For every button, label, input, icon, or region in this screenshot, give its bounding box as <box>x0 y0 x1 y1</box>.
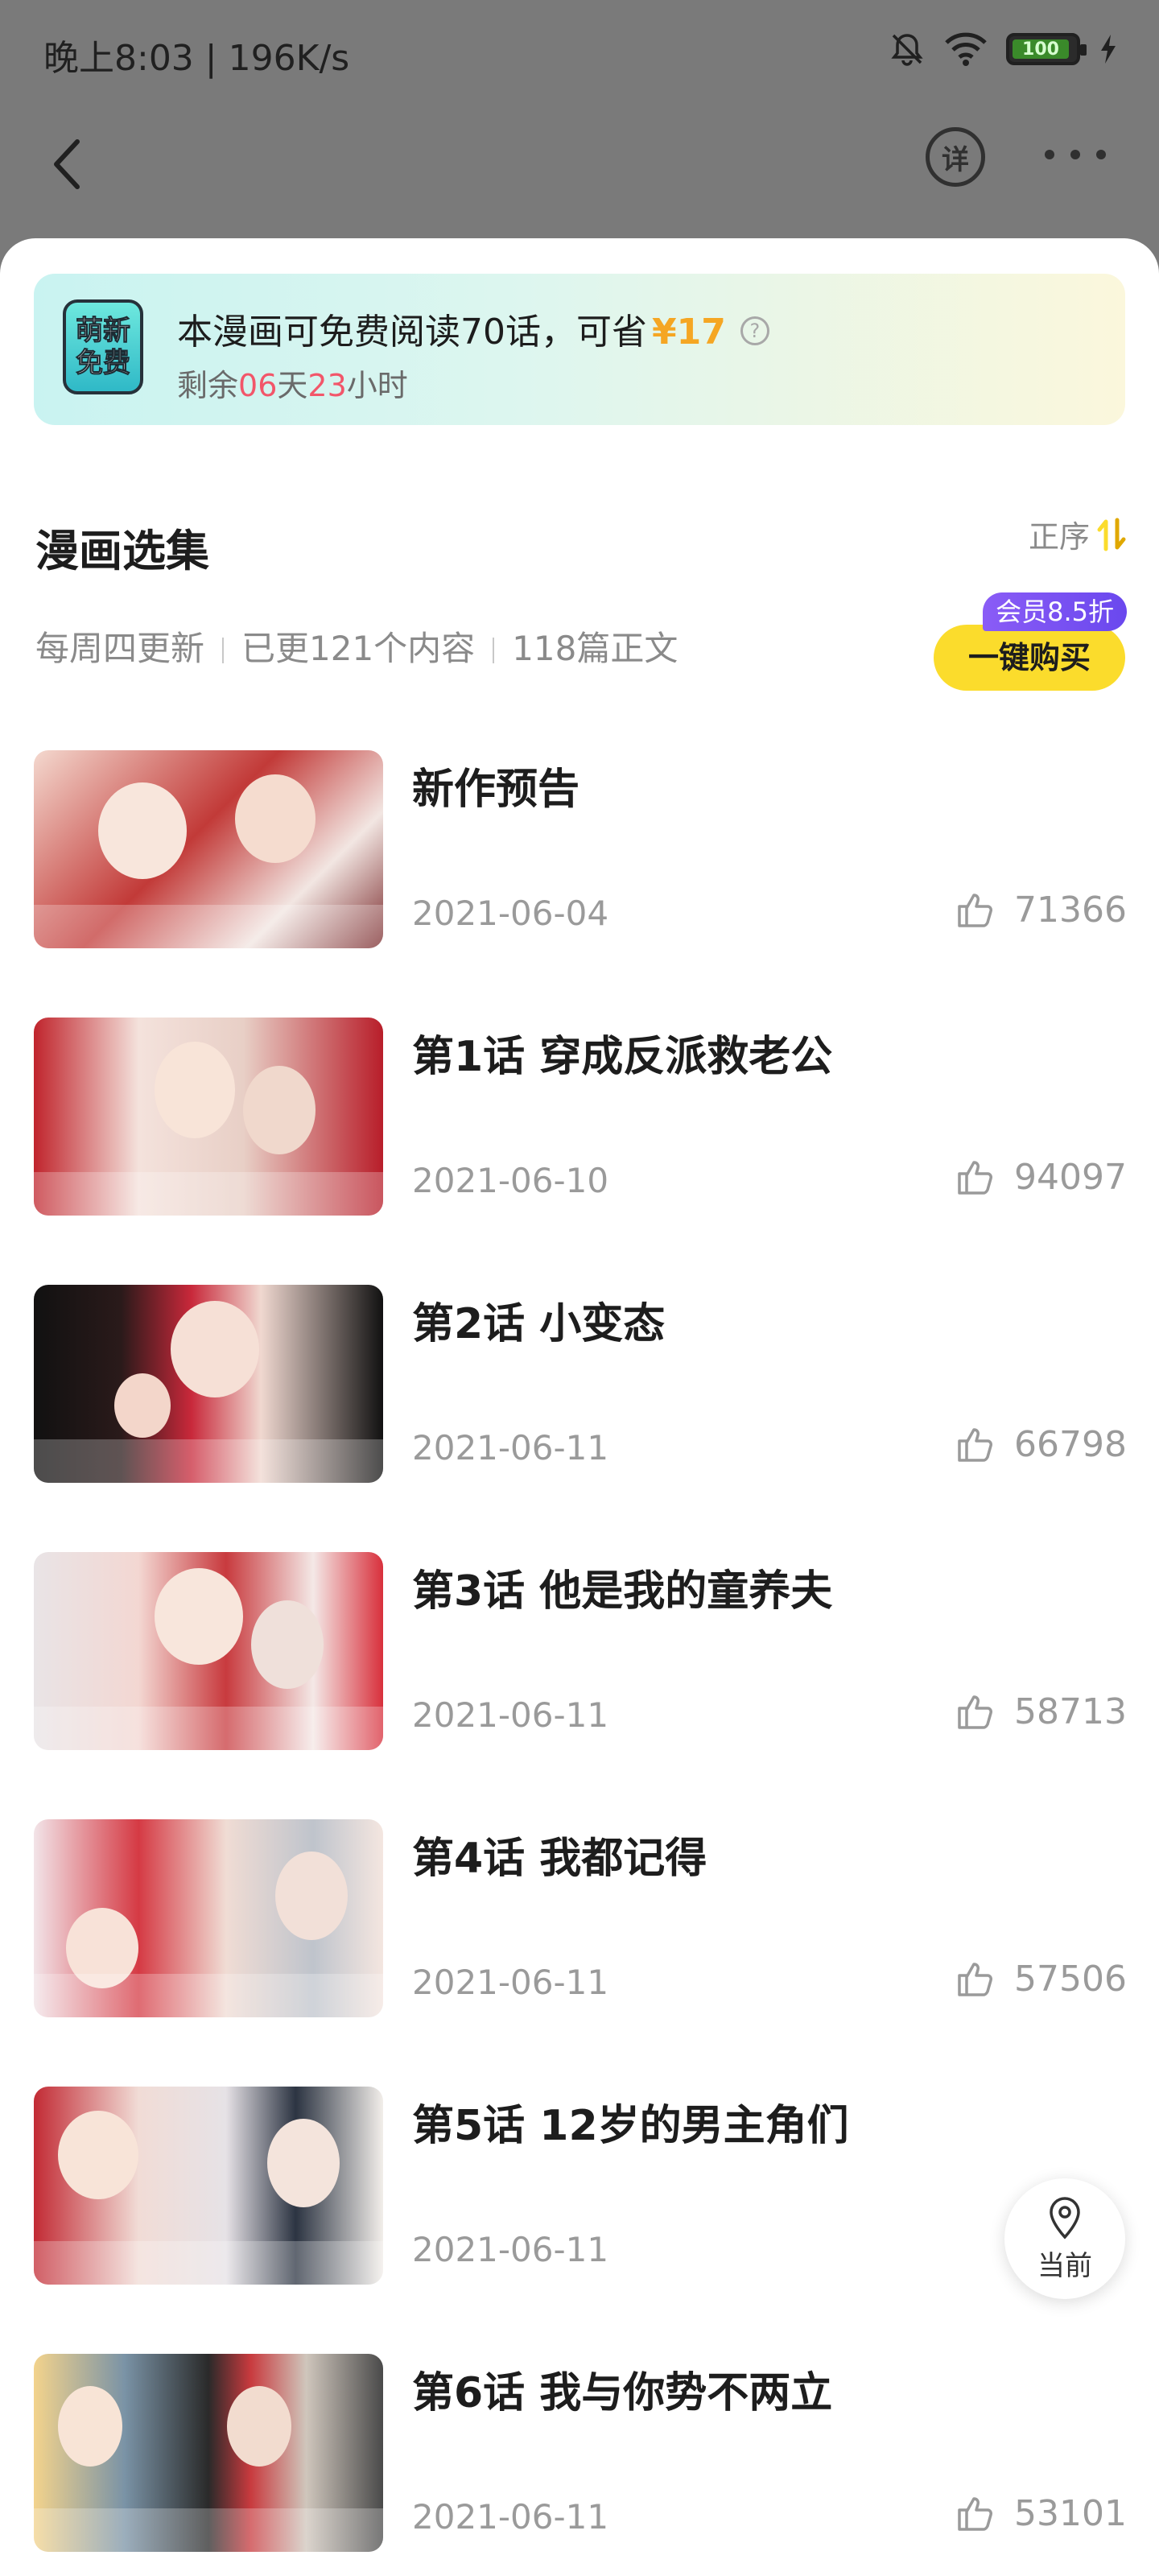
status-bar: 晚上8:03 | 196K/s 100 <box>0 0 1159 105</box>
episode-title: 第2话 小变态 <box>412 1300 666 1348</box>
countdown-days-unit: 天 <box>277 368 308 403</box>
countdown-hours-unit: 小时 <box>346 368 408 403</box>
newbie-free-badge: 萌新 免费 <box>63 299 143 394</box>
sort-icon <box>1097 518 1126 551</box>
likes-count: 66798 <box>1014 1423 1127 1465</box>
promo-title: 本漫画可免费阅读70话，可省 ¥17? <box>177 303 769 354</box>
status-time: 晚上8:03 | 196K/s <box>43 38 350 79</box>
episode-likes[interactable]: 94097 <box>955 1156 1127 1198</box>
badge-line2: 免费 <box>76 347 131 380</box>
episode-title: 第4话 我都记得 <box>412 1835 707 1883</box>
episode-title: 第3话 他是我的童养夫 <box>412 1567 833 1616</box>
free-read-banner[interactable]: 萌新 免费 本漫画可免费阅读70话，可省 ¥17? 剩余06天23小时 <box>34 274 1125 425</box>
buy-all-button[interactable]: 一键购买 <box>934 625 1125 691</box>
detail-label: 详 <box>942 143 969 176</box>
episode-likes[interactable]: 58713 <box>955 1690 1127 1732</box>
detail-button[interactable]: 详 <box>926 127 985 187</box>
episode-date: 2021-06-11 <box>412 1963 609 2002</box>
episode-row[interactable]: 新作预告 2021-06-04 71366 <box>0 750 1159 952</box>
more-icon[interactable] <box>1045 145 1106 164</box>
update-meta: 每周四更新 已更121个内容 118篇正文 <box>35 621 678 671</box>
current-position-button[interactable]: 当前 <box>1004 2178 1125 2299</box>
likes-count: 57506 <box>1014 1958 1127 2000</box>
episode-thumbnail <box>34 1018 383 1216</box>
likes-count: 58713 <box>1014 1690 1127 1732</box>
help-icon[interactable]: ? <box>740 316 769 345</box>
likes-count: 71366 <box>1014 889 1127 931</box>
promo-countdown: 剩余06天23小时 <box>177 361 408 405</box>
back-icon[interactable] <box>45 132 93 196</box>
episode-thumbnail <box>34 2354 383 2552</box>
episode-date: 2021-06-04 <box>412 894 609 933</box>
sort-label: 正序 <box>1028 519 1090 555</box>
top-bar <box>0 105 1159 225</box>
episode-title: 第6话 我与你势不两立 <box>412 2369 833 2417</box>
bell-off-icon <box>891 34 923 66</box>
episode-date: 2021-06-11 <box>412 2230 609 2269</box>
episode-row[interactable]: 第1话 穿成反派救老公 2021-06-10 94097 <box>0 1018 1159 1219</box>
episode-thumbnail <box>34 1285 383 1483</box>
episode-row[interactable]: 第2话 小变态 2021-06-11 66798 <box>0 1285 1159 1486</box>
battery-level: 100 <box>1013 39 1069 60</box>
episode-likes[interactable]: 57506 <box>955 1958 1127 2000</box>
badge-line1: 萌新 <box>76 315 131 348</box>
buy-all-group: 一键购买 会员8.5折 <box>934 592 1127 691</box>
meta-main: 118篇正文 <box>512 629 678 668</box>
episode-likes[interactable]: 53101 <box>955 2492 1127 2534</box>
episode-date: 2021-06-11 <box>412 1695 609 1735</box>
episode-thumbnail <box>34 750 383 948</box>
episode-likes[interactable]: 66798 <box>955 1423 1127 1465</box>
thumbs-up-icon <box>958 894 993 927</box>
current-label: 当前 <box>1037 2249 1092 2282</box>
meta-schedule: 每周四更新 <box>35 629 205 668</box>
countdown-hours: 23 <box>307 368 347 403</box>
episode-row[interactable]: 第6话 我与你势不两立 2021-06-11 53101 <box>0 2354 1159 2555</box>
thumbs-up-icon <box>958 2497 993 2531</box>
countdown-prefix: 剩余 <box>177 368 239 403</box>
battery-icon: 100 <box>1006 33 1087 65</box>
episode-thumbnail <box>34 2087 383 2285</box>
episode-thumbnail <box>34 1552 383 1750</box>
meta-count: 已更121个内容 <box>241 629 476 668</box>
section-title: 漫画选集 <box>35 526 209 576</box>
episode-date: 2021-06-11 <box>412 2497 609 2537</box>
episode-thumbnail <box>34 1819 383 2017</box>
charging-icon <box>1101 35 1116 64</box>
vip-discount-tag: 会员8.5折 <box>983 592 1127 631</box>
thumbs-up-icon <box>958 1161 993 1195</box>
likes-count: 94097 <box>1014 1156 1127 1198</box>
thumbs-up-icon <box>958 1428 993 1462</box>
status-icons: 100 <box>889 31 1119 68</box>
promo-price: ¥17 <box>652 312 726 353</box>
likes-count: 53101 <box>1014 2492 1127 2534</box>
episode-title: 新作预告 <box>412 766 580 814</box>
episode-date: 2021-06-11 <box>412 1428 609 1468</box>
sort-toggle[interactable]: 正序 <box>1029 512 1127 556</box>
promo-title-text: 本漫画可免费阅读70话，可省 <box>177 312 647 353</box>
wifi-icon <box>945 32 987 66</box>
thumbs-up-icon <box>958 1695 993 1729</box>
episode-row[interactable]: 第4话 我都记得 2021-06-11 57506 <box>0 1819 1159 2021</box>
episode-title: 第1话 穿成反派救老公 <box>412 1033 833 1081</box>
location-pin-icon <box>1050 2196 1080 2240</box>
episode-date: 2021-06-10 <box>412 1161 609 1200</box>
thumbs-up-icon <box>958 1963 993 1996</box>
episode-title: 第5话 12岁的男主角们 <box>412 2102 849 2150</box>
episode-row[interactable]: 第3话 他是我的童养夫 2021-06-11 58713 <box>0 1552 1159 1753</box>
countdown-days: 06 <box>238 368 278 403</box>
episode-row[interactable]: 第5话 12岁的男主角们 2021-06-11 <box>0 2087 1159 2288</box>
episode-likes[interactable]: 71366 <box>955 889 1127 931</box>
episode-sheet: 萌新 免费 本漫画可免费阅读70话，可省 ¥17? 剩余06天23小时 漫画选集 … <box>0 238 1159 2576</box>
